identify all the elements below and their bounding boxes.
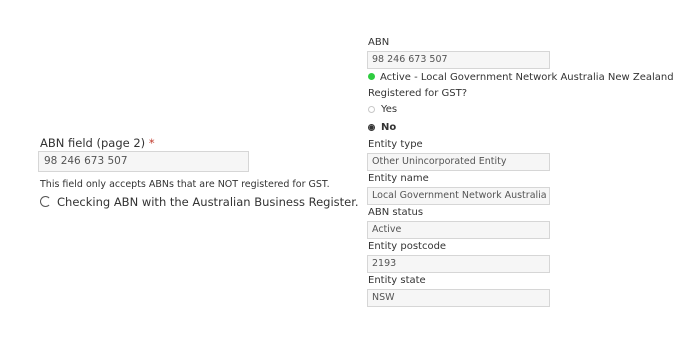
abn-readonly-field: 98 246 673 507	[367, 51, 550, 69]
gst-option-yes-label: Yes	[381, 104, 398, 115]
gst-option-yes[interactable]: Yes	[368, 104, 397, 115]
entity-type-field: Other Unincorporated Entity	[367, 153, 550, 171]
loading-spinner-icon	[40, 196, 51, 207]
abn-lookup-status: Active - Local Government Network Austra…	[368, 72, 674, 83]
radio-yes-icon[interactable]	[368, 106, 375, 113]
abn-help-text: This field only accepts ABNs that are NO…	[40, 179, 330, 190]
entity-type-label: Entity type	[368, 139, 423, 150]
status-active-icon	[368, 73, 375, 80]
abn-status-field: Active	[367, 221, 550, 239]
abn-label: ABN	[368, 37, 390, 48]
required-marker: *	[148, 136, 155, 150]
gst-label: Registered for GST?	[368, 88, 468, 99]
postcode-label: Entity postcode	[368, 241, 447, 252]
state-field: NSW	[367, 289, 550, 307]
abn-status-label: ABN status	[368, 207, 424, 218]
gst-option-no[interactable]: No	[368, 122, 396, 133]
state-label: Entity state	[368, 275, 426, 286]
abn-lookup-status-text: Active - Local Government Network Austra…	[380, 72, 674, 83]
abn-input[interactable]: 98 246 673 507	[38, 151, 249, 172]
gst-option-no-label: No	[381, 122, 397, 133]
radio-no-icon[interactable]	[368, 124, 375, 131]
checking-text: Checking ABN with the Australian Busines…	[57, 195, 359, 209]
entity-name-field: Local Government Network Australia New Z…	[367, 187, 550, 205]
abn-checking-status: Checking ABN with the Australian Busines…	[40, 195, 359, 209]
entity-name-label: Entity name	[368, 173, 429, 184]
abn-field-label: ABN field (page 2) *	[40, 136, 155, 150]
abn-field-label-text: ABN field (page 2)	[40, 136, 146, 150]
postcode-field: 2193	[367, 255, 550, 273]
